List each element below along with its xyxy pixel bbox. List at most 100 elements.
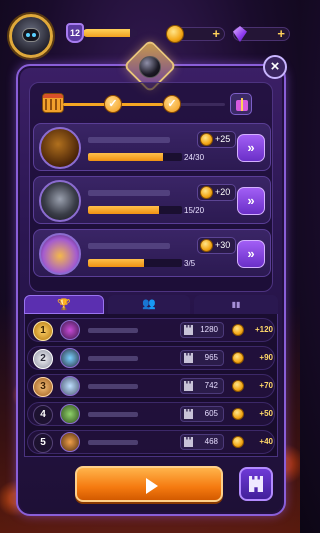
reward-value: +50 bbox=[259, 409, 273, 418]
close-button[interactable]: × bbox=[263, 55, 287, 79]
reward-box: +40 bbox=[229, 435, 273, 449]
reward-box: +120 bbox=[229, 323, 273, 337]
score-box: 605 bbox=[180, 406, 224, 422]
coins-counter: + bbox=[166, 25, 225, 43]
score-box: 742 bbox=[180, 378, 224, 394]
rank-badge: 3 bbox=[33, 377, 53, 397]
chest-mission-image bbox=[39, 233, 81, 275]
mission-go-button[interactable]: » bbox=[237, 134, 265, 162]
play-button[interactable] bbox=[75, 466, 223, 502]
player-name-placeholder bbox=[88, 412, 138, 417]
player-name-placeholder bbox=[88, 328, 138, 333]
spider-mission-image bbox=[39, 180, 81, 222]
calendar-icon[interactable] bbox=[42, 93, 64, 113]
milestone-check-2: ✓ bbox=[163, 95, 181, 113]
castle-icon bbox=[184, 381, 193, 391]
score-box: 965 bbox=[180, 350, 224, 366]
reward-box: +70 bbox=[229, 379, 273, 393]
bomb-orb-icon bbox=[139, 56, 161, 78]
score-value: 965 bbox=[204, 353, 218, 362]
coin-icon bbox=[232, 352, 244, 364]
player-name-placeholder bbox=[88, 440, 138, 445]
leaderboard-row[interactable]: 1 1280 +120 bbox=[27, 318, 275, 342]
rank-badge: 2 bbox=[33, 349, 53, 369]
milestone-progress-track bbox=[63, 103, 225, 106]
coin-icon bbox=[200, 133, 213, 146]
mission-title-placeholder bbox=[88, 190, 170, 196]
mission-card: 24/30 +25 » bbox=[33, 123, 271, 171]
add-gems-button[interactable]: + bbox=[277, 26, 285, 41]
mission-reward: +30 bbox=[197, 237, 236, 254]
rank-badge: 5 bbox=[33, 433, 53, 453]
level-progress-bar bbox=[83, 29, 138, 37]
mission-title-placeholder bbox=[88, 243, 170, 249]
avatar bbox=[60, 432, 80, 452]
coin-icon bbox=[232, 408, 244, 420]
mission-title-placeholder bbox=[88, 137, 170, 143]
score-value: 742 bbox=[204, 381, 218, 390]
coin-icon bbox=[232, 324, 244, 336]
level-progress-fill bbox=[83, 29, 130, 37]
avatar bbox=[60, 376, 80, 396]
player-name-placeholder bbox=[88, 356, 138, 361]
mission-go-button[interactable]: » bbox=[237, 240, 265, 268]
mission-progress-fill bbox=[88, 206, 159, 214]
mission-card: 3/5 +30 » bbox=[33, 229, 271, 277]
add-coins-button[interactable]: + bbox=[212, 26, 220, 41]
coin-icon bbox=[200, 239, 213, 252]
tab-friends[interactable]: 👥 bbox=[108, 295, 190, 314]
reward-value: +90 bbox=[259, 353, 273, 362]
mission-reward-value: +20 bbox=[215, 187, 231, 197]
mission-progress-fill bbox=[88, 259, 145, 267]
castle-icon bbox=[184, 437, 193, 447]
score-value: 468 bbox=[204, 437, 218, 446]
mission-progress-bar bbox=[88, 153, 182, 161]
castle-button[interactable] bbox=[239, 467, 273, 501]
gem-icon bbox=[231, 25, 249, 43]
score-box: 468 bbox=[180, 434, 224, 450]
level-indicator: 12 bbox=[66, 23, 138, 43]
leaderboard-row[interactable]: 3 742 +70 bbox=[27, 374, 275, 398]
coin-icon bbox=[232, 380, 244, 392]
mission-reward-value: +30 bbox=[215, 240, 231, 250]
score-value: 1280 bbox=[200, 325, 218, 334]
leaderboard-row[interactable]: 5 468 +40 bbox=[27, 430, 275, 454]
level-badge: 12 bbox=[66, 23, 84, 43]
mission-count: 15/20 bbox=[184, 206, 205, 215]
leaderboard-row[interactable]: 4 605 +50 bbox=[27, 402, 275, 426]
robot-face-icon bbox=[22, 28, 40, 42]
reward-value: +40 bbox=[259, 437, 273, 446]
mission-go-button[interactable]: » bbox=[237, 187, 265, 215]
reward-box: +90 bbox=[229, 351, 273, 365]
reward-value: +70 bbox=[259, 381, 273, 390]
avatar bbox=[60, 348, 80, 368]
reward-box: +50 bbox=[229, 407, 273, 421]
mission-count: 3/5 bbox=[184, 259, 196, 268]
leaderboard-tabs: 🏆 👥 ▮▮ bbox=[24, 295, 278, 314]
castle-icon bbox=[184, 325, 193, 335]
mission-reward-value: +25 bbox=[215, 134, 231, 144]
milestone-check-1: ✓ bbox=[104, 95, 122, 113]
castle-icon bbox=[184, 409, 193, 419]
mission-card: 15/20 +20 » bbox=[33, 176, 271, 224]
mission-progress-fill bbox=[88, 153, 164, 161]
player-name-placeholder bbox=[88, 384, 138, 389]
tab-trophy[interactable]: 🏆 bbox=[24, 295, 104, 314]
mission-progress-bar bbox=[88, 259, 182, 267]
mission-count: 24/30 bbox=[184, 153, 205, 162]
castle-icon bbox=[184, 353, 193, 363]
avatar bbox=[60, 404, 80, 424]
gift-icon[interactable] bbox=[230, 93, 252, 115]
coin-icon bbox=[200, 186, 213, 199]
score-value: 605 bbox=[204, 409, 218, 418]
rank-badge: 4 bbox=[33, 405, 53, 425]
coin-icon bbox=[232, 436, 244, 448]
player-avatar[interactable] bbox=[9, 14, 53, 58]
crate-mission-image bbox=[39, 127, 81, 169]
leaderboard-row[interactable]: 2 965 +90 bbox=[27, 346, 275, 370]
score-box: 1280 bbox=[180, 322, 224, 338]
mission-reward: +25 bbox=[197, 131, 236, 148]
tab-stats[interactable]: ▮▮ bbox=[194, 295, 278, 314]
coin-icon bbox=[166, 25, 184, 43]
mission-progress-bar bbox=[88, 206, 182, 214]
